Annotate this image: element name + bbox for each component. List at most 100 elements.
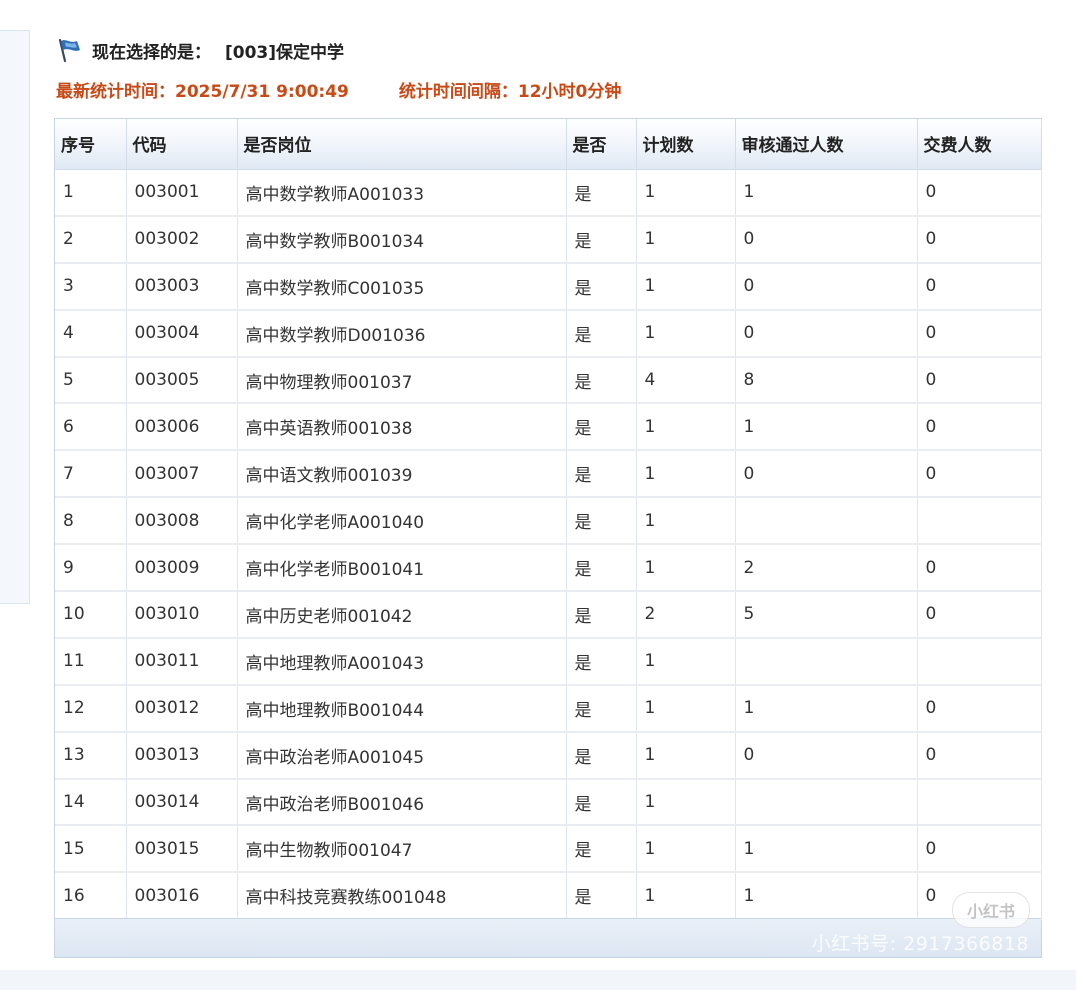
table-row[interactable]: 12 003012 高中地理教师B001044 是 1 1 0 <box>55 684 1042 733</box>
cell-code: 003008 <box>126 497 238 546</box>
cell-approved-count <box>735 637 918 686</box>
table-row[interactable]: 16 003016 高中科技竞赛教练001048 是 1 1 0 <box>55 872 1042 921</box>
table-row[interactable]: 1 003001 高中数学教师A001033 是 1 1 0 <box>55 169 1042 217</box>
table-row[interactable]: 8 003008 高中化学老师A001040 是 1 <box>55 497 1042 546</box>
table-row[interactable]: 6 003006 高中英语教师001038 是 1 1 0 <box>55 403 1042 452</box>
cell-plan-count: 4 <box>636 356 736 405</box>
cell-plan-count: 1 <box>636 637 736 686</box>
cell-plan-count: 1 <box>636 825 736 874</box>
cell-paid-count: 0 <box>917 731 1042 780</box>
cell-approved-count: 0 <box>735 262 918 311</box>
cell-index: 13 <box>55 731 127 780</box>
cell-plan-count: 1 <box>636 309 736 358</box>
table-row[interactable]: 9 003009 高中化学老师B001041 是 1 2 0 <box>55 544 1042 593</box>
watermark-badge: 小红书 <box>952 892 1030 928</box>
cell-plan-count: 2 <box>636 591 736 639</box>
watermark-text: 小红书号: 2917366818 <box>811 933 1029 955</box>
cell-paid-count: 0 <box>917 825 1042 874</box>
cell-approved-count: 1 <box>735 169 918 217</box>
table-row[interactable]: 15 003015 高中生物教师001047 是 1 1 0 <box>55 825 1042 874</box>
cell-approved-count: 8 <box>735 356 918 405</box>
cell-flag: 是 <box>566 544 637 593</box>
column-header-approved-count[interactable]: 审核通过人数 <box>735 119 918 170</box>
column-header-position[interactable]: 是否岗位 <box>237 119 567 170</box>
cell-approved-count: 0 <box>735 731 918 780</box>
cell-position: 高中英语教师001038 <box>237 403 567 452</box>
table-row[interactable]: 11 003011 高中地理教师A001043 是 1 <box>55 637 1042 686</box>
cell-plan-count: 1 <box>636 544 736 593</box>
cell-flag: 是 <box>566 262 637 311</box>
cell-flag: 是 <box>566 497 637 546</box>
cell-paid-count <box>917 637 1042 686</box>
cell-position: 高中数学教师C001035 <box>237 262 567 311</box>
cell-code: 003007 <box>126 450 238 499</box>
cell-approved-count <box>735 497 918 546</box>
cell-position: 高中政治老师A001045 <box>237 731 567 780</box>
cell-flag: 是 <box>566 731 637 780</box>
table-row[interactable]: 14 003014 高中政治老师B001046 是 1 <box>55 778 1042 827</box>
cell-approved-count <box>735 778 918 827</box>
cell-code: 003004 <box>126 309 238 358</box>
cell-position: 高中数学教师D001036 <box>237 309 567 358</box>
cell-index: 15 <box>55 825 127 874</box>
cell-code: 003002 <box>126 215 238 264</box>
cell-plan-count: 1 <box>636 215 736 264</box>
cell-code: 003012 <box>126 684 238 733</box>
selected-school: [003]保定中学 <box>225 42 345 63</box>
cell-paid-count: 0 <box>917 450 1042 499</box>
table-header-row: 序号 代码 是否岗位 是否 计划数 审核通过人数 交费人数 <box>55 119 1042 170</box>
cell-approved-count: 0 <box>735 450 918 499</box>
cell-flag: 是 <box>566 872 637 921</box>
column-header-flag[interactable]: 是否 <box>566 119 637 170</box>
cell-position: 高中数学教师B001034 <box>237 215 567 264</box>
cell-flag: 是 <box>566 825 637 874</box>
cell-index: 3 <box>55 262 127 311</box>
cell-code: 003009 <box>126 544 238 593</box>
table-row[interactable]: 13 003013 高中政治老师A001045 是 1 0 0 <box>55 731 1042 780</box>
table-row[interactable]: 3 003003 高中数学教师C001035 是 1 0 0 <box>55 262 1042 311</box>
cell-flag: 是 <box>566 403 637 452</box>
cell-position: 高中生物教师001047 <box>237 825 567 874</box>
cell-index: 4 <box>55 309 127 358</box>
cell-paid-count <box>917 778 1042 827</box>
cell-flag: 是 <box>566 169 637 217</box>
cell-approved-count: 0 <box>735 215 918 264</box>
cell-approved-count: 1 <box>735 403 918 452</box>
cell-position: 高中政治老师B001046 <box>237 778 567 827</box>
cell-position: 高中数学教师A001033 <box>237 169 567 217</box>
cell-position: 高中地理教师A001043 <box>237 637 567 686</box>
side-panel <box>0 30 30 604</box>
cell-code: 003011 <box>126 637 238 686</box>
cell-approved-count: 2 <box>735 544 918 593</box>
cell-position: 高中地理教师B001044 <box>237 684 567 733</box>
cell-approved-count: 5 <box>735 591 918 639</box>
table-row[interactable]: 10 003010 高中历史老师001042 是 2 5 0 <box>55 591 1042 639</box>
cell-paid-count: 0 <box>917 309 1042 358</box>
cell-flag: 是 <box>566 684 637 733</box>
selection-header: 现在选择的是： [003]保定中学 <box>56 36 344 64</box>
cell-paid-count: 0 <box>917 684 1042 733</box>
cell-flag: 是 <box>566 450 637 499</box>
table-row[interactable]: 4 003004 高中数学教师D001036 是 1 0 0 <box>55 309 1042 358</box>
table-row[interactable]: 2 003002 高中数学教师B001034 是 1 0 0 <box>55 215 1042 264</box>
cell-index: 5 <box>55 356 127 405</box>
column-header-index[interactable]: 序号 <box>55 119 127 170</box>
table-row[interactable]: 5 003005 高中物理教师001037 是 4 8 0 <box>55 356 1042 405</box>
cell-code: 003006 <box>126 403 238 452</box>
cell-index: 16 <box>55 872 127 921</box>
cell-plan-count: 1 <box>636 497 736 546</box>
cell-index: 8 <box>55 497 127 546</box>
column-header-code[interactable]: 代码 <box>126 119 238 170</box>
cell-paid-count: 0 <box>917 403 1042 452</box>
cell-index: 12 <box>55 684 127 733</box>
cell-plan-count: 1 <box>636 731 736 780</box>
column-header-paid-count[interactable]: 交费人数 <box>917 119 1042 170</box>
cell-paid-count: 0 <box>917 591 1042 639</box>
table-row[interactable]: 7 003007 高中语文教师001039 是 1 0 0 <box>55 450 1042 499</box>
cell-paid-count: 0 <box>917 169 1042 217</box>
cell-flag: 是 <box>566 778 637 827</box>
column-header-plan-count[interactable]: 计划数 <box>636 119 736 170</box>
cell-paid-count: 0 <box>917 215 1042 264</box>
bottom-strip <box>0 970 1076 990</box>
cell-flag: 是 <box>566 591 637 639</box>
